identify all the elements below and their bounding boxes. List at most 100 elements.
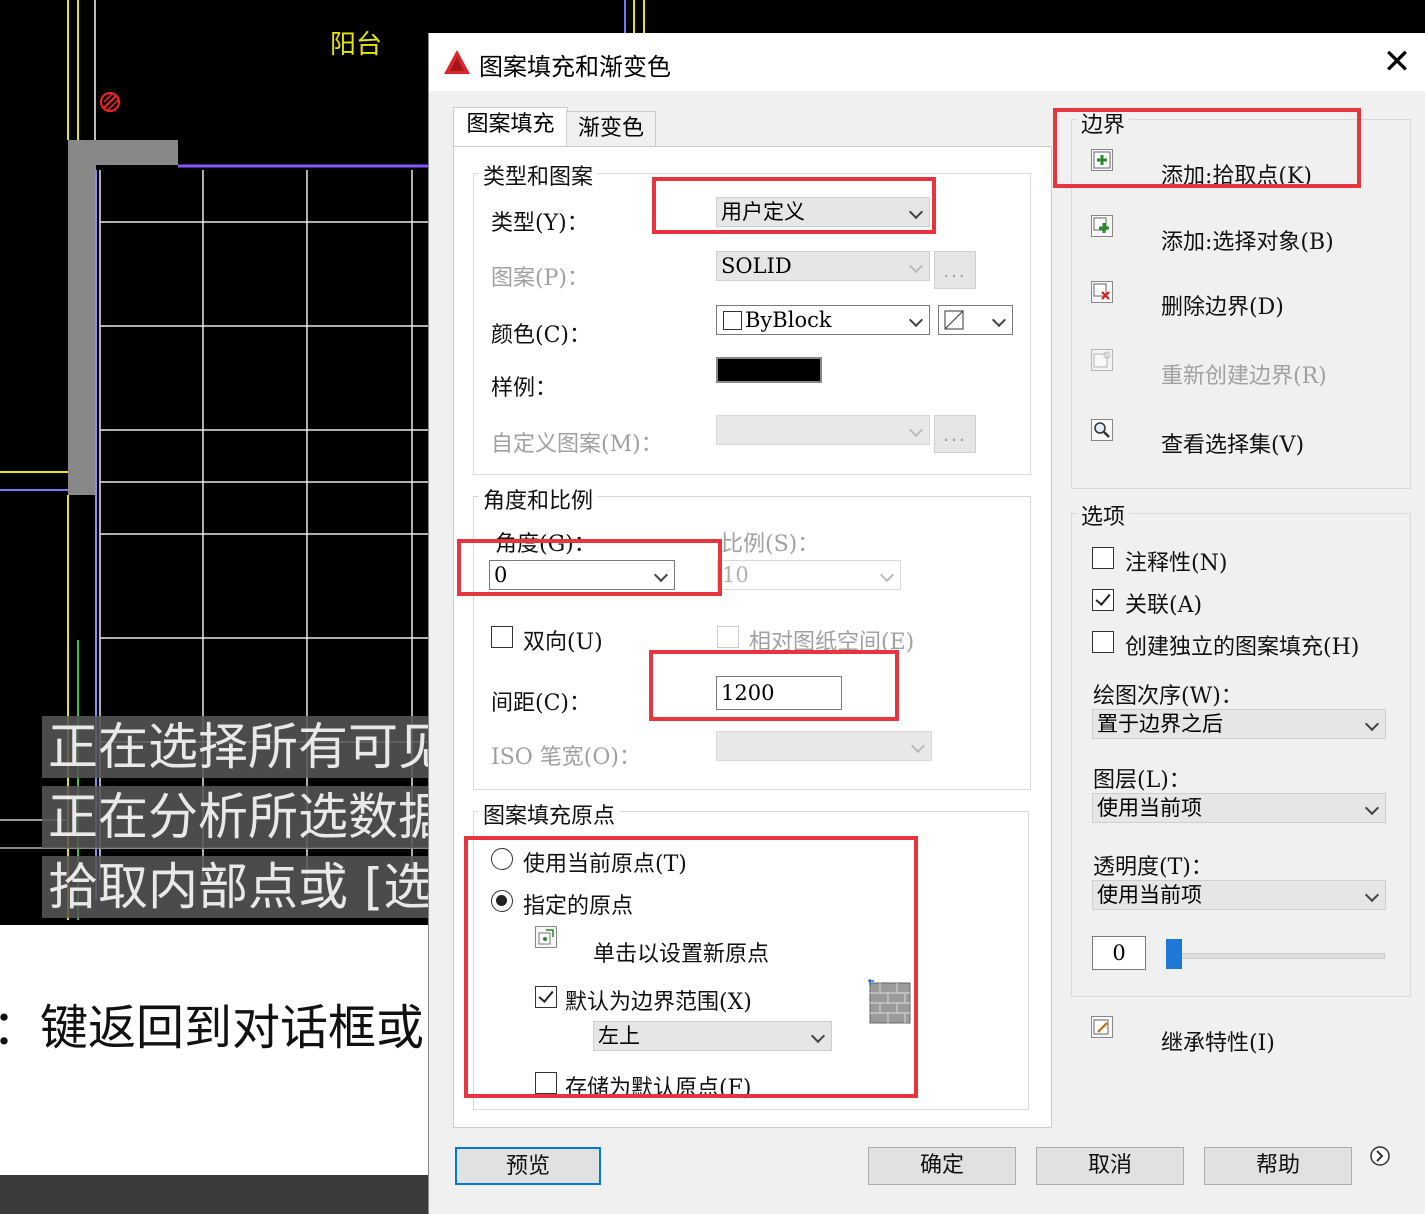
tab-hatch[interactable]: 图案填充 xyxy=(453,107,568,148)
pattern-combo[interactable]: SOLID xyxy=(716,251,930,281)
boundary-title: 边界 xyxy=(1077,107,1130,139)
custom-pattern-label: 自定义图案(M)： xyxy=(491,432,663,457)
pattern-value: SOLID xyxy=(721,254,792,278)
relative-paper-space-label: 相对图纸空间(E) xyxy=(749,630,915,655)
set-origin-icon xyxy=(538,929,554,945)
color-combo[interactable]: ByBlock xyxy=(716,305,930,335)
double-label: 双向(U) xyxy=(523,630,603,655)
iso-pen-width-label: ISO 笔宽(O)： xyxy=(491,745,641,770)
tab-gradient[interactable]: 渐变色 xyxy=(566,111,656,148)
annotative-checkbox[interactable] xyxy=(1092,547,1114,569)
status-bar xyxy=(0,1175,430,1214)
set-origin-label: 单击以设置新原点 xyxy=(593,942,770,967)
separate-hatches-checkbox[interactable] xyxy=(1092,631,1114,653)
angle-label: 角度(G)： xyxy=(495,532,596,557)
chevron-down-icon xyxy=(1364,800,1380,816)
close-button[interactable]: ✕ xyxy=(1377,43,1417,83)
no-color-icon xyxy=(944,310,964,330)
double-checkbox[interactable] xyxy=(491,626,513,648)
add-pick-icon xyxy=(1093,151,1111,169)
angle-combo[interactable]: 0 xyxy=(489,560,675,590)
chevron-down-icon xyxy=(991,312,1007,328)
store-default-origin-checkbox[interactable] xyxy=(535,1072,557,1094)
sample-label: 样例： xyxy=(491,376,558,401)
view-selections-button[interactable] xyxy=(1091,419,1113,441)
specified-origin-radio[interactable] xyxy=(491,890,513,912)
store-default-origin-label: 存储为默认原点(F) xyxy=(565,1076,752,1101)
annotative-label: 注释性(N) xyxy=(1125,551,1228,576)
extent-combo[interactable]: 左上 xyxy=(593,1021,832,1051)
add-pick-points-button[interactable] xyxy=(1091,149,1113,171)
command-output-text: ：键返回到对话框或 xyxy=(0,1000,425,1056)
layer-label: 图层(L)： xyxy=(1093,768,1191,793)
color-value: ByBlock xyxy=(745,308,832,332)
cad-top-lines xyxy=(624,0,645,35)
custom-pattern-combo[interactable] xyxy=(716,415,930,445)
more-options-icon[interactable] xyxy=(1369,1145,1391,1167)
angle-value: 0 xyxy=(494,563,508,587)
chevron-down-icon xyxy=(1364,887,1380,903)
inherit-brush-icon xyxy=(1093,1019,1109,1035)
sample-swatch[interactable] xyxy=(716,357,822,383)
options-group xyxy=(1071,513,1411,997)
recreate-boundary-label: 重新创建边界(R) xyxy=(1161,364,1327,389)
chevron-down-icon xyxy=(1364,716,1380,732)
recreate-boundary-icon xyxy=(1093,351,1111,368)
help-button[interactable]: 帮助 xyxy=(1204,1147,1352,1185)
transparency-slider-thumb[interactable] xyxy=(1166,939,1182,969)
spacing-input[interactable]: 1200 xyxy=(716,676,842,710)
associative-checkbox[interactable] xyxy=(1092,589,1114,611)
default-extent-label: 默认为边界范围(X) xyxy=(565,990,752,1015)
remove-boundaries-label: 删除边界(D) xyxy=(1161,295,1284,320)
chevron-down-icon xyxy=(810,1028,826,1044)
use-current-origin-radio[interactable] xyxy=(491,848,513,870)
type-label: 类型(Y)： xyxy=(491,211,589,236)
command-history-line-2: 正在分析所选数据 xyxy=(42,786,440,848)
relative-paper-space-checkbox[interactable] xyxy=(717,626,739,648)
layer-combo[interactable]: 使用当前项 xyxy=(1092,793,1386,823)
scale-label: 比例(S)： xyxy=(721,532,820,557)
chevron-down-icon xyxy=(910,738,926,754)
preview-button[interactable]: 预览 xyxy=(455,1147,601,1185)
transparency-slider-track[interactable] xyxy=(1167,953,1385,959)
separate-hatches-label: 创建独立的图案填充(H) xyxy=(1125,635,1360,660)
transparency-value: 使用当前项 xyxy=(1097,883,1202,907)
specified-origin-label: 指定的原点 xyxy=(523,894,634,919)
chevron-down-icon xyxy=(653,567,669,583)
cancel-button[interactable]: 取消 xyxy=(1036,1147,1184,1185)
custom-pattern-browse-button[interactable]: ... xyxy=(934,415,976,453)
hatch-gradient-dialog: 图案填充和渐变色 ✕ 图案填充 渐变色 类型和图案 类型(Y)： 用户定义 图案… xyxy=(428,33,1425,1214)
chevron-down-icon xyxy=(908,258,924,274)
inherit-properties-label: 继承特性(I) xyxy=(1161,1031,1275,1056)
dialog-titlebar[interactable]: 图案填充和渐变色 ✕ xyxy=(429,33,1425,91)
iso-pen-width-combo[interactable] xyxy=(716,731,932,761)
draw-order-value: 置于边界之后 xyxy=(1097,712,1223,736)
type-combo[interactable]: 用户定义 xyxy=(716,197,930,227)
balcony-label: 阳台 xyxy=(330,30,383,60)
inherit-properties-button[interactable] xyxy=(1091,1016,1113,1038)
draw-order-combo[interactable]: 置于边界之后 xyxy=(1092,709,1386,739)
extent-value: 左上 xyxy=(598,1024,640,1048)
layer-value: 使用当前项 xyxy=(1097,796,1202,820)
command-prompt-line: 拾取内部点或 [选 xyxy=(42,856,440,918)
add-select-objects-button[interactable] xyxy=(1091,215,1113,237)
transparency-combo[interactable]: 使用当前项 xyxy=(1092,880,1386,910)
magnifier-icon xyxy=(1094,422,1110,438)
recreate-boundary-button[interactable] xyxy=(1091,349,1113,371)
chevron-down-icon xyxy=(879,567,895,583)
set-origin-button[interactable] xyxy=(535,926,557,948)
associative-label: 关联(A) xyxy=(1125,593,1203,618)
default-extent-checkbox[interactable] xyxy=(535,986,557,1008)
pattern-browse-button[interactable]: ... xyxy=(934,251,976,289)
draw-order-label: 绘图次序(W)： xyxy=(1093,684,1243,709)
angle-scale-title: 角度和比例 xyxy=(479,483,598,515)
scale-value: 10 xyxy=(722,563,749,587)
background-color-combo[interactable] xyxy=(938,305,1013,335)
hatch-origin-title: 图案填充原点 xyxy=(479,798,620,830)
view-selections-label: 查看选择集(V) xyxy=(1161,433,1305,458)
remove-boundaries-button[interactable] xyxy=(1091,281,1113,303)
add-select-objects-label: 添加:选择对象(B) xyxy=(1161,230,1334,255)
transparency-amount-input[interactable]: 0 xyxy=(1092,936,1146,970)
ok-button[interactable]: 确定 xyxy=(868,1147,1016,1185)
scale-combo[interactable]: 10 xyxy=(717,560,901,590)
